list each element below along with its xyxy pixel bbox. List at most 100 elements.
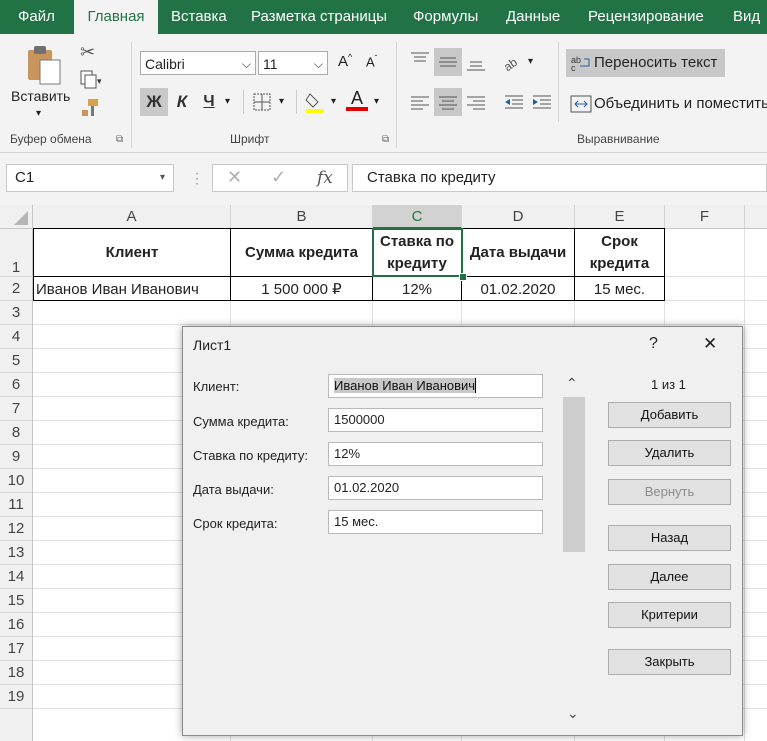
add-button[interactable]: Добавить [608,402,731,428]
cell-d2[interactable]: 01.02.2020 [462,277,574,301]
paste-button[interactable]: Вставить [11,88,70,104]
column-header-e[interactable]: E [575,205,665,229]
previous-button[interactable]: Назад [608,525,731,551]
row-header[interactable]: 3 [0,301,33,325]
tab-review[interactable]: Рецензирование [588,0,704,34]
cut-icon[interactable]: ✂ [80,42,95,63]
chevron-down-icon[interactable]: ▾ [225,96,230,107]
clipboard-launcher-icon[interactable]: ⧉ [116,134,123,145]
tab-file[interactable]: Файл [18,0,55,34]
align-middle-icon[interactable] [434,48,462,76]
copy-icon[interactable]: ▾ [80,70,102,89]
field-rate[interactable]: 12% [328,442,543,466]
column-header-c[interactable]: C [373,205,462,229]
field-amount[interactable]: 1500000 [328,408,543,432]
column-header-b[interactable]: B [231,205,373,229]
select-all-corner[interactable] [0,205,33,229]
row-header[interactable]: 4 [0,325,33,349]
tab-data[interactable]: Данные [506,0,560,34]
row-header[interactable]: 7 [0,397,33,421]
increase-indent-icon[interactable] [530,88,554,116]
wrap-text-button[interactable]: ab c Переносить текст [566,49,725,77]
row-header[interactable]: 9 [0,445,33,469]
formula-input[interactable]: Ставка по кредиту [352,164,767,192]
paste-dropdown-icon[interactable]: ▾ [36,108,41,119]
tab-home[interactable]: Главная [74,0,158,34]
row-header[interactable]: 2 [0,277,33,301]
bold-button[interactable]: Ж [140,88,168,116]
tab-page-layout[interactable]: Разметка страницы [251,0,387,34]
italic-button[interactable]: К [170,88,194,116]
orientation-icon[interactable]: ab [501,52,523,74]
insert-function-icon[interactable]: fx [317,168,333,188]
cell-e1[interactable]: Срок кредита [575,229,664,276]
merge-center-button[interactable]: Объединить и поместить [568,90,767,118]
fill-color-icon[interactable] [304,90,326,114]
chevron-down-icon[interactable]: ▾ [528,56,533,67]
field-date[interactable]: 01.02.2020 [328,476,543,500]
align-left-icon[interactable] [408,88,432,116]
field-client[interactable]: Иванов Иван Иванович [328,374,543,398]
column-header-d[interactable]: D [462,205,575,229]
enter-icon[interactable]: ✓ [271,167,286,188]
grow-font-button[interactable]: A^ [338,52,352,70]
row-header[interactable]: 17 [0,637,33,661]
column-header-a[interactable]: A [33,205,231,229]
shrink-font-button[interactable]: Aˇ [366,54,377,69]
tab-view[interactable]: Вид [733,0,760,34]
delete-button[interactable]: Удалить [608,440,731,466]
row-header[interactable]: 19 [0,685,33,709]
chevron-down-icon[interactable]: ⌵ [314,52,323,76]
font-launcher-icon[interactable]: ⧉ [382,134,389,145]
field-term[interactable]: 15 мес. [328,510,543,534]
criteria-button[interactable]: Критерии [608,602,731,628]
cell-b1[interactable]: Сумма кредита [231,229,372,276]
close-icon[interactable]: ✕ [703,334,717,354]
cancel-icon[interactable]: ✕ [227,167,242,188]
font-name-combo[interactable]: Calibri ⌵ [140,51,256,75]
row-header[interactable]: 5 [0,349,33,373]
paste-icon[interactable] [24,44,62,86]
borders-icon[interactable] [252,92,272,112]
chevron-down-icon[interactable]: ▾ [160,165,165,191]
row-header[interactable]: 14 [0,565,33,589]
chevron-down-icon[interactable]: ⌵ [242,52,251,76]
row-header[interactable]: 6 [0,373,33,397]
cell-a2[interactable]: Иванов Иван Иванович [36,277,230,301]
close-button[interactable]: Закрыть [608,649,731,675]
decrease-indent-icon[interactable] [502,88,526,116]
scroll-thumb[interactable] [563,397,585,552]
chevron-down-icon[interactable]: ▾ [331,96,336,107]
column-header-f[interactable]: F [665,205,745,229]
row-header[interactable]: 1 [0,229,33,277]
scroll-down-icon[interactable]: ⌄ [567,705,579,722]
font-color-icon[interactable]: A [346,88,368,116]
tab-formulas[interactable]: Формулы [413,0,478,34]
align-bottom-icon[interactable] [464,48,488,76]
row-header[interactable]: 12 [0,517,33,541]
row-header[interactable]: 8 [0,421,33,445]
font-size-combo[interactable]: 11 ⌵ [258,51,328,75]
row-header[interactable]: 11 [0,493,33,517]
row-header[interactable]: 18 [0,661,33,685]
help-icon[interactable]: ? [649,335,658,353]
underline-button[interactable]: Ч [197,88,221,116]
row-header[interactable]: 16 [0,613,33,637]
tab-insert[interactable]: Вставка [171,0,227,34]
cell-d1[interactable]: Дата выдачи [462,229,574,276]
row-header[interactable]: 10 [0,469,33,493]
align-top-icon[interactable] [408,48,432,72]
format-painter-icon[interactable] [80,98,100,118]
row-header[interactable] [0,709,33,741]
cell-b2[interactable]: 1 500 000 ₽ [231,277,372,301]
column-header-g[interactable] [745,205,767,229]
chevron-down-icon[interactable]: ▾ [279,96,284,107]
scroll-up-icon[interactable]: ⌃ [566,375,578,392]
cell-a1[interactable]: Клиент [34,229,230,276]
cell-e2[interactable]: 15 мес. [575,277,664,301]
name-box[interactable]: C1 ▾ [6,164,174,192]
row-header[interactable]: 13 [0,541,33,565]
align-right-icon[interactable] [464,88,488,116]
chevron-down-icon[interactable]: ▾ [374,96,379,107]
record-scrollbar[interactable]: ⌃ ⌄ [563,375,585,727]
